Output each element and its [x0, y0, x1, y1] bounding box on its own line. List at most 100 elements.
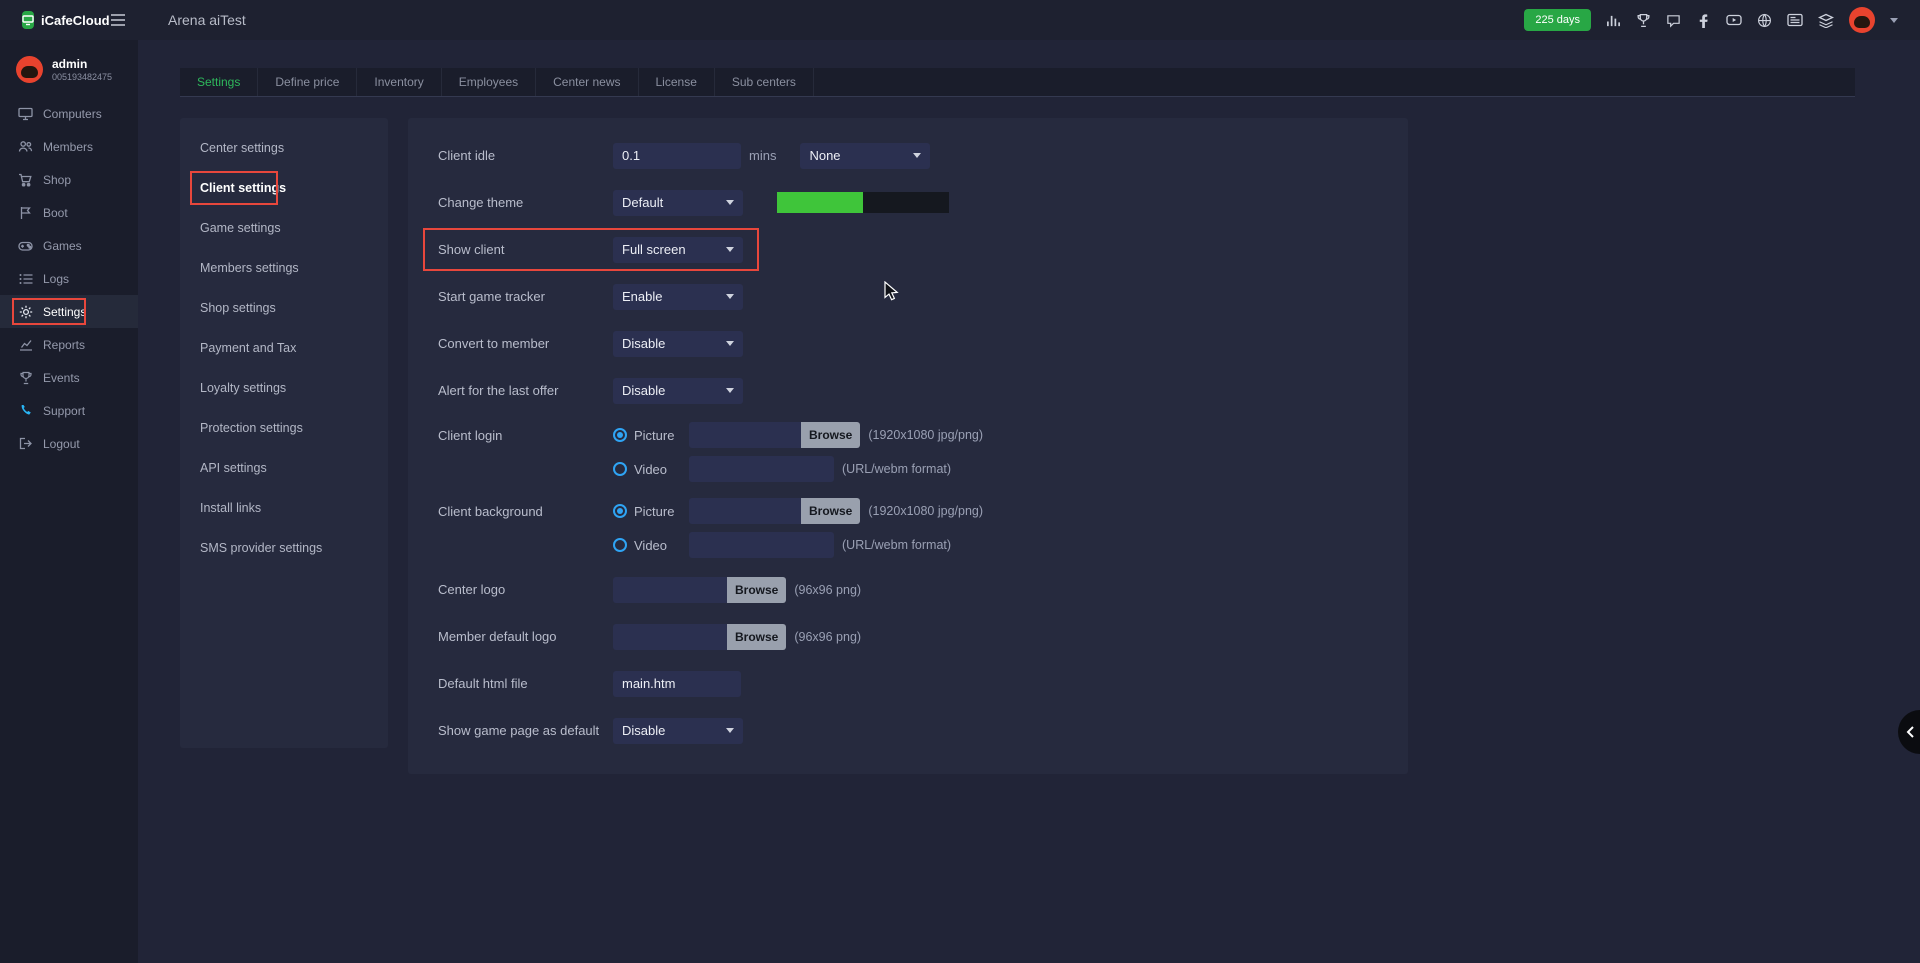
- alert-last-offer-select[interactable]: Disable: [613, 378, 743, 404]
- client-background-picture-input[interactable]: [689, 498, 801, 524]
- globe-icon[interactable]: [1757, 13, 1772, 28]
- sidebar-item-logout[interactable]: Logout: [0, 427, 138, 460]
- days-remaining-badge[interactable]: 225 days: [1524, 9, 1591, 31]
- client-login-picture-browse-button[interactable]: Browse: [801, 422, 860, 448]
- youtube-icon[interactable]: [1726, 13, 1742, 27]
- field-label: Member default logo: [438, 629, 613, 644]
- client-background-row: Client background Picture Browse (1920x1…: [438, 490, 1378, 566]
- users-icon: [18, 140, 33, 153]
- default-html-file-input[interactable]: [613, 671, 741, 697]
- submenu-protection-settings[interactable]: Protection settings: [180, 408, 388, 448]
- sidebar-avatar[interactable]: [16, 56, 43, 83]
- tab-inventory[interactable]: Inventory: [357, 68, 441, 96]
- sidebar-item-members[interactable]: Members: [0, 130, 138, 163]
- tab-define-price[interactable]: Define price: [258, 68, 357, 96]
- client-idle-row: Client idle mins None: [438, 132, 1378, 179]
- client-login-picture-input[interactable]: [689, 422, 801, 448]
- convert-to-member-row: Convert to member Disable: [438, 320, 1378, 367]
- member-default-logo-browse-button[interactable]: Browse: [727, 624, 786, 650]
- sidebar-user-block: admin 005193482475: [0, 40, 138, 97]
- sidebar-item-games[interactable]: Games: [0, 229, 138, 262]
- alert-last-offer-row: Alert for the last offer Disable: [438, 367, 1378, 414]
- client-idle-input[interactable]: [613, 143, 741, 169]
- tab-settings[interactable]: Settings: [180, 68, 258, 96]
- brand-name: iCafeCloud: [41, 13, 110, 28]
- change-theme-select[interactable]: Default: [613, 190, 743, 216]
- client-background-video-input[interactable]: [689, 532, 834, 558]
- sidebar-item-label: Computers: [43, 107, 102, 121]
- member-default-logo-input[interactable]: [613, 624, 727, 650]
- submenu-client-settings[interactable]: Client settings: [180, 168, 388, 208]
- sidebar-item-shop[interactable]: Shop: [0, 163, 138, 196]
- news-icon[interactable]: [1787, 13, 1803, 27]
- tab-center-news[interactable]: Center news: [536, 68, 638, 96]
- field-label: Center logo: [438, 582, 613, 597]
- show-game-page-row: Show game page as default Disable: [438, 707, 1378, 754]
- sidebar-item-boot[interactable]: Boot: [0, 196, 138, 229]
- radio-label: Video: [634, 462, 679, 477]
- submenu-sms-provider-settings[interactable]: SMS provider settings: [180, 528, 388, 568]
- field-label: Client background: [438, 504, 613, 519]
- client-background-video-radio[interactable]: [613, 538, 627, 552]
- sidebar-nav: Computers Members Shop Boot Games Logs: [0, 97, 138, 460]
- center-logo-browse-button[interactable]: Browse: [727, 577, 786, 603]
- radio-label: Picture: [634, 428, 679, 443]
- submenu-label: Game settings: [200, 221, 281, 235]
- sidebar-item-settings[interactable]: Settings: [0, 295, 138, 328]
- unit-label: mins: [749, 148, 776, 163]
- center-logo-input[interactable]: [613, 577, 727, 603]
- client-idle-action-select[interactable]: None: [800, 143, 930, 169]
- facebook-icon[interactable]: [1696, 13, 1711, 28]
- logout-icon: [18, 437, 33, 450]
- submenu-api-settings[interactable]: API settings: [180, 448, 388, 488]
- sidebar-item-computers[interactable]: Computers: [0, 97, 138, 130]
- monitor-icon: [18, 107, 33, 121]
- chevron-down-icon[interactable]: [1890, 18, 1898, 23]
- convert-to-member-select[interactable]: Disable: [613, 331, 743, 357]
- submenu-game-settings[interactable]: Game settings: [180, 208, 388, 248]
- client-login-picture-radio[interactable]: [613, 428, 627, 442]
- submenu-label: Protection settings: [200, 421, 303, 435]
- client-login-video-input[interactable]: [689, 456, 834, 482]
- theme-black-swatch: [863, 192, 949, 213]
- sidebar-item-events[interactable]: Events: [0, 361, 138, 394]
- start-game-tracker-select[interactable]: Enable: [613, 284, 743, 310]
- submenu-payment-and-tax[interactable]: Payment and Tax: [180, 328, 388, 368]
- client-background-picture-browse-button[interactable]: Browse: [801, 498, 860, 524]
- submenu-members-settings[interactable]: Members settings: [180, 248, 388, 288]
- submenu-center-settings[interactable]: Center settings: [180, 128, 388, 168]
- show-client-select[interactable]: Full screen: [613, 237, 743, 263]
- content-area: Center settings Client settings Game set…: [180, 118, 1408, 774]
- submenu-loyalty-settings[interactable]: Loyalty settings: [180, 368, 388, 408]
- sidebar-item-reports[interactable]: Reports: [0, 328, 138, 361]
- phone-icon: [18, 404, 33, 417]
- radio-label: Picture: [634, 504, 679, 519]
- tab-label: License: [656, 75, 697, 89]
- user-avatar[interactable]: [1849, 7, 1875, 33]
- hamburger-menu-icon[interactable]: [110, 14, 126, 26]
- submenu-label: API settings: [200, 461, 267, 475]
- sidebar-item-support[interactable]: Support: [0, 394, 138, 427]
- chart-icon: [18, 338, 33, 351]
- brand[interactable]: iCafeCloud: [0, 11, 96, 29]
- flag-icon: [18, 206, 33, 220]
- stats-icon[interactable]: [1606, 13, 1621, 28]
- chevron-down-icon: [726, 341, 734, 346]
- trophy-icon[interactable]: [1636, 13, 1651, 28]
- client-login-video-radio[interactable]: [613, 462, 627, 476]
- submenu-shop-settings[interactable]: Shop settings: [180, 288, 388, 328]
- show-game-page-select[interactable]: Disable: [613, 718, 743, 744]
- chevron-left-icon: [1904, 725, 1918, 739]
- chat-icon[interactable]: [1666, 13, 1681, 28]
- client-background-picture-radio[interactable]: [613, 504, 627, 518]
- default-html-file-row: Default html file: [438, 660, 1378, 707]
- tab-employees[interactable]: Employees: [442, 68, 536, 96]
- submenu-install-links[interactable]: Install links: [180, 488, 388, 528]
- tab-sub-centers[interactable]: Sub centers: [715, 68, 814, 96]
- submenu-label: Center settings: [200, 141, 284, 155]
- layers-icon[interactable]: [1818, 13, 1834, 28]
- sidebar-item-logs[interactable]: Logs: [0, 262, 138, 295]
- field-label: Convert to member: [438, 336, 613, 351]
- tab-license[interactable]: License: [639, 68, 715, 96]
- field-hint: (URL/webm format): [842, 538, 951, 552]
